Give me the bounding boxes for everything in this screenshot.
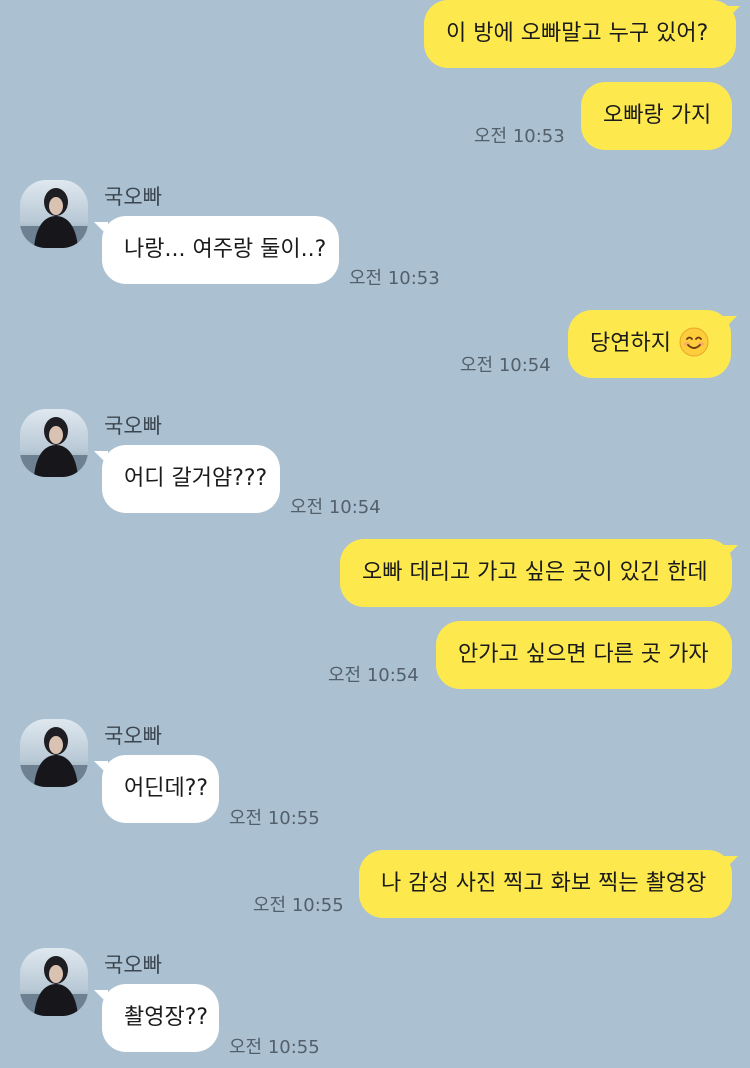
contact-name: 국오빠	[104, 185, 162, 209]
message-timestamp: 오전 10:53	[349, 268, 440, 289]
contact-avatar[interactable]	[20, 409, 88, 477]
my-message-bubble[interactable]: 이 방에 오빠말고 누구 있어?	[424, 0, 736, 68]
my-message-bubble[interactable]: 오빠 데리고 가고 싶은 곳이 있긴 한데	[340, 539, 732, 607]
message-timestamp: 오전 10:53	[474, 126, 565, 147]
message-timestamp: 오전 10:54	[460, 355, 551, 376]
contact-name: 국오빠	[104, 414, 162, 438]
my-message-bubble[interactable]: 나 감성 사진 찍고 화보 찍는 촬영장	[359, 850, 732, 918]
message-text: 당연하지	[590, 331, 671, 356]
contact-avatar[interactable]	[20, 948, 88, 1016]
bubble-tail	[94, 761, 108, 775]
bubble-tail	[94, 990, 108, 1004]
message-text: 나랑... 여주랑 둘이..?	[124, 237, 327, 262]
message-timestamp: 오전 10:55	[229, 808, 320, 829]
contact-avatar[interactable]	[20, 719, 88, 787]
message-timestamp: 오전 10:55	[253, 895, 344, 916]
bubble-tail	[94, 451, 108, 465]
message-text: 촬영장??	[124, 1005, 209, 1030]
bubble-tail	[724, 856, 738, 870]
bubble-tail	[723, 316, 737, 330]
message-timestamp: 오전 10:55	[229, 1037, 320, 1058]
contact-name: 국오빠	[104, 724, 162, 748]
their-message-bubble[interactable]: 어딘데??	[102, 755, 219, 823]
profile-photo-icon	[20, 948, 88, 1016]
my-message-bubble[interactable]: 안가고 싶으면 다른 곳 가자	[436, 621, 732, 689]
message-text: 오빠랑 가지	[603, 103, 712, 128]
message-timestamp: 오전 10:54	[328, 665, 419, 686]
bubble-tail	[724, 545, 738, 559]
message-text: 어딘데??	[124, 776, 209, 801]
their-message-bubble[interactable]: 나랑... 여주랑 둘이..?	[102, 216, 339, 284]
message-timestamp: 오전 10:54	[290, 497, 381, 518]
profile-photo-icon	[20, 409, 88, 477]
bubble-tail	[94, 222, 108, 236]
my-message-bubble[interactable]: 오빠랑 가지	[581, 82, 732, 150]
bubble-tail	[726, 6, 740, 20]
message-text: 나 감성 사진 찍고 화보 찍는 촬영장	[381, 871, 707, 896]
their-message-bubble[interactable]: 촬영장??	[102, 984, 219, 1052]
message-text: 이 방에 오빠말고 누구 있어?	[446, 21, 709, 46]
message-text: 어디 갈거얌???	[124, 466, 268, 491]
contact-name: 국오빠	[104, 953, 162, 977]
their-message-bubble[interactable]: 어디 갈거얌???	[102, 445, 280, 513]
profile-photo-icon	[20, 719, 88, 787]
smiling-face-emoji-icon	[679, 327, 709, 357]
profile-photo-icon	[20, 180, 88, 248]
message-text: 오빠 데리고 가고 싶은 곳이 있긴 한데	[362, 560, 708, 585]
my-message-bubble[interactable]: 당연하지	[568, 310, 731, 378]
message-text: 안가고 싶으면 다른 곳 가자	[458, 642, 709, 667]
contact-avatar[interactable]	[20, 180, 88, 248]
